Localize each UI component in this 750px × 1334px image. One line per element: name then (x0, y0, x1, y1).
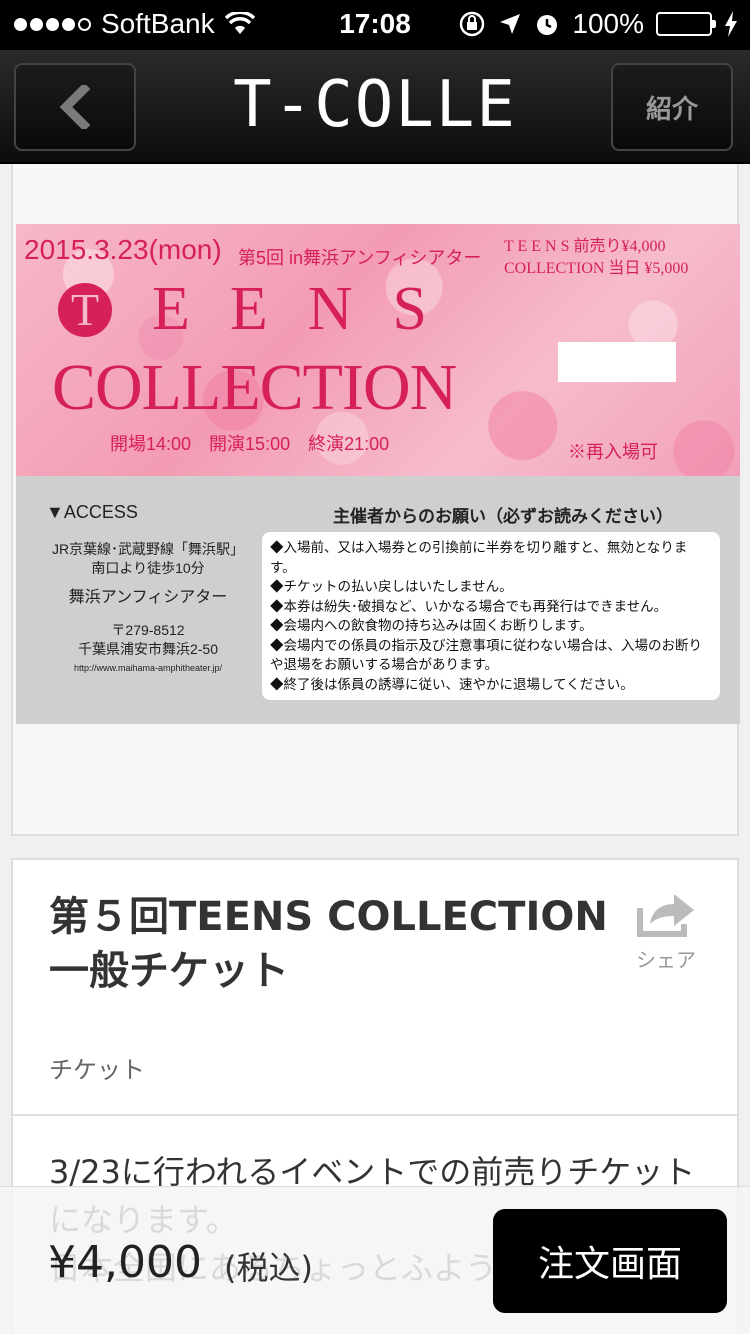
ticket-footer: ▼ACCESS JR京葉線･武蔵野線「舞浜駅」 南口より徒歩10分 舞浜アンフィ… (16, 476, 740, 724)
ticket-door-price: COLLECTION 当日 ¥5,000 (504, 260, 689, 277)
battery-percent: 100% (572, 8, 644, 39)
ticket-times: 開場14:00 開演15:00 終演21:00 (110, 434, 390, 454)
alarm-icon (537, 15, 558, 35)
access-heading: ▼ACCESS (46, 502, 138, 522)
access-venue: 舞浜アンフィシアター (68, 589, 228, 606)
battery-icon (656, 12, 716, 36)
product-title: 第５回TEENS COLLECTION 一般チケット (49, 894, 648, 994)
purchase-bar: ¥4,000 (税込) 注文画面 (0, 1186, 750, 1334)
intro-button[interactable]: 紹介 (611, 63, 733, 151)
access-address: 千葉県浦安市舞浜2-50 (77, 641, 219, 657)
request-item: ◆会場内での係員の指示及び注意事項に従わない場合は、入場のお断りや退場をお願いす… (270, 637, 702, 673)
request-item: ◆チケットの払い戻しはいたしません。 (270, 579, 513, 594)
status-right: 100% (458, 8, 738, 40)
request-item: ◆入場前、又は入場券との引換前に半券を切り離すと、無効となります。 (270, 540, 688, 575)
access-zip: 〒279-8512 (111, 622, 185, 638)
organizer-request-title: 主催者からのお願い（必ずお読みください） (333, 507, 673, 526)
organizer-request-list: ◆入場前、又は入場券との引換前に半券を切り離すと、無効となります。 ◆チケットの… (262, 532, 720, 700)
request-item: ◆会場内への飲食物の持ち込みは固くお断りします。 (270, 618, 593, 633)
access-line-1: JR京葉線･武蔵野線「舞浜駅」 (51, 541, 245, 557)
share-button[interactable]: シェア (629, 890, 703, 973)
section-divider (13, 1114, 737, 1116)
ticket-presale-price: T E E N S 前売り¥4,000 (504, 238, 666, 255)
product-price: ¥4,000 (48, 1237, 202, 1288)
ticket-image[interactable]: 2015.3.23(mon) 第5回 in舞浜アンフィシアター T E E N … (16, 224, 740, 724)
teens-logo: T EENS (58, 274, 467, 345)
collection-logo: COLLECTION (52, 351, 457, 424)
ticket-date: 2015.3.23(mon) (24, 234, 222, 265)
share-label: シェア (636, 948, 696, 972)
charging-icon (725, 11, 737, 37)
request-item: ◆終了後は係員の誘導に従い、速やかに退場してください。 (270, 676, 634, 692)
rotation-lock-icon (460, 11, 485, 37)
ticket-blank-box (558, 342, 676, 382)
location-arrow-icon (500, 14, 521, 34)
request-item: ◆本券は紛失･破損など、いかなる場合でも再発行はできません。 (270, 598, 668, 614)
access-url: http://www.maihama-amphitheater.jp/ (73, 663, 223, 673)
ticket-header: 2015.3.23(mon) 第5回 in舞浜アンフィシアター T E E N … (16, 224, 740, 476)
ticket-venue: 第5回 in舞浜アンフィシアター (238, 248, 482, 268)
ticket-prices: T E E N S 前売り¥4,000 COLLECTION 当日 ¥5,000 (504, 236, 688, 280)
teens-logo-rest: EENS (152, 275, 467, 343)
app-screen: SoftBank 17:08 100% T-COLLE 紹介 2015.3.23… (0, 0, 750, 1334)
access-info: JR京葉線･武蔵野線「舞浜駅」 南口より徒歩10分 舞浜アンフィシアター 〒27… (30, 540, 266, 678)
access-line-2: 南口より徒歩10分 (91, 560, 205, 576)
teens-logo-initial: T (58, 282, 112, 337)
share-icon (637, 894, 694, 937)
product-image-card: 2015.3.23(mon) 第5回 in舞浜アンフィシアター T E E N … (11, 164, 740, 836)
order-button[interactable]: 注文画面 (493, 1209, 727, 1313)
status-bar: SoftBank 17:08 100% (0, 0, 750, 50)
navigation-bar: T-COLLE 紹介 (0, 50, 750, 164)
ticket-reentry-note: ※再入場可 (568, 442, 658, 462)
tax-note: (税込) (224, 1249, 313, 1287)
product-category: チケット (49, 1056, 145, 1084)
